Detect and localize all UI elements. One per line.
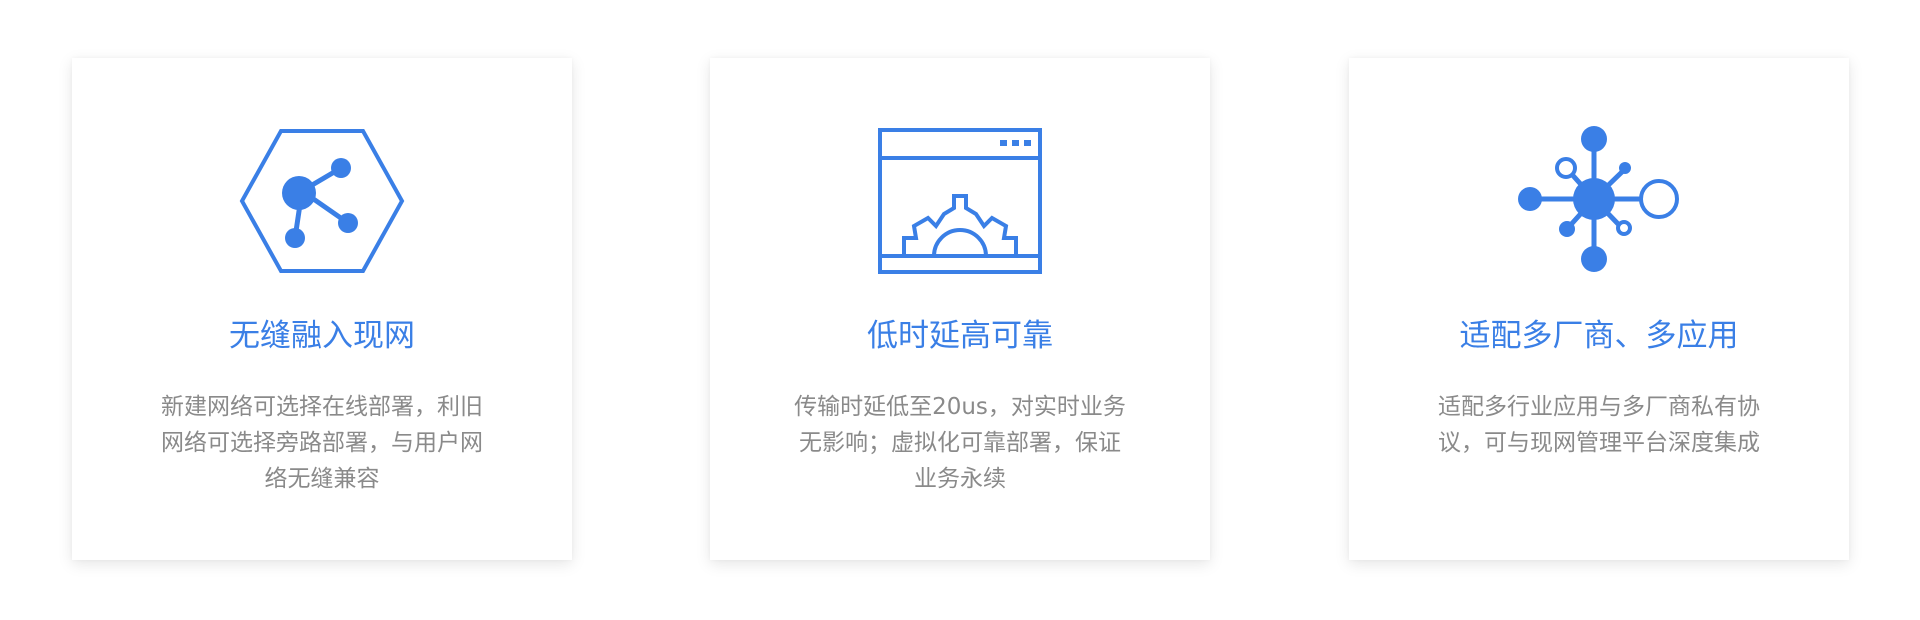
hub-network-icon [1349, 126, 1849, 276]
feature-card-multi-vendor: 适配多厂商、多应用 适配多行业应用与多厂商私有协议，可与现网管理平台深度集成 [1349, 58, 1849, 560]
card-title: 低时延高可靠 [867, 318, 1053, 354]
feature-card-low-latency: 低时延高可靠 传输时延低至20us，对实时业务无影响；虚拟化可靠部署，保证业务永… [710, 58, 1210, 560]
card-description: 新建网络可选择在线部署，利旧网络可选择旁路部署，与用户网络无缝兼容 [161, 394, 483, 492]
card-description: 适配多行业应用与多厂商私有协议，可与现网管理平台深度集成 [1438, 394, 1760, 456]
feature-cards: 无缝融入现网 新建网络可选择在线部署，利旧网络可选择旁路部署，与用户网络无缝兼容… [0, 0, 1920, 620]
card-description: 传输时延低至20us，对实时业务无影响；虚拟化可靠部署，保证业务永续 [794, 394, 1126, 492]
feature-card-seamless: 无缝融入现网 新建网络可选择在线部署，利旧网络可选择旁路部署，与用户网络无缝兼容 [72, 58, 572, 560]
window-gear-icon [710, 126, 1210, 276]
card-title: 无缝融入现网 [229, 318, 415, 354]
share-hexagon-icon [72, 126, 572, 276]
card-title: 适配多厂商、多应用 [1459, 318, 1739, 354]
